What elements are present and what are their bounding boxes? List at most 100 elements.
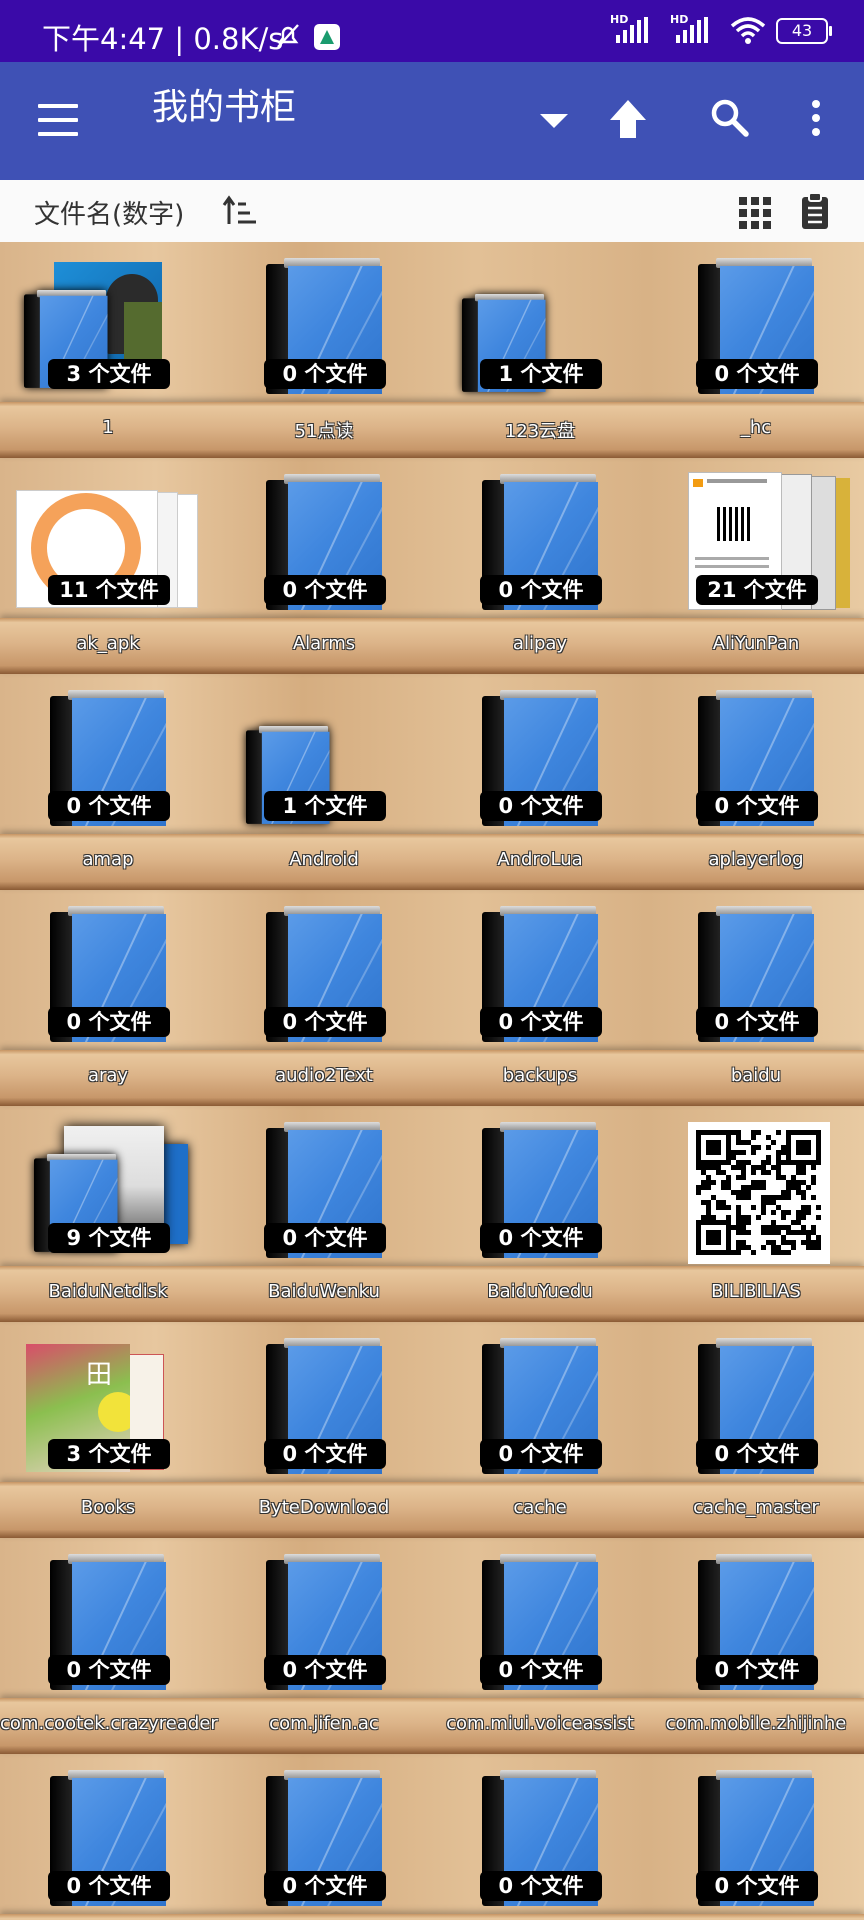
- folder-name: BaiduNetdisk: [48, 1281, 168, 1302]
- file-count-badge: 0 个文件: [48, 1007, 170, 1037]
- folder-item[interactable]: 0 个文件 baidu: [648, 890, 864, 1106]
- file-count-badge: 0 个文件: [264, 359, 386, 389]
- signal-1-icon: HD: [610, 13, 660, 47]
- folder-item[interactable]: 9 个文件 BaiduNetdisk: [0, 1106, 216, 1322]
- sort-mode-label[interactable]: 文件名(数字): [34, 194, 184, 231]
- folder-item[interactable]: 0 个文件: [0, 1754, 216, 1920]
- folder-name: baidu: [730, 1065, 782, 1086]
- file-count-badge: 11 个文件: [48, 575, 170, 605]
- file-count-badge: 0 个文件: [48, 1871, 170, 1901]
- folder-item[interactable]: 田3 个文件 Books: [0, 1322, 216, 1538]
- file-count-badge: 21 个文件: [696, 575, 818, 605]
- folder-name: ak_apk: [76, 633, 140, 654]
- folder-item[interactable]: 1 个文件 Android: [216, 674, 432, 890]
- folder-name: cache_master: [693, 1497, 819, 1518]
- folder-name: 123云盘: [504, 421, 576, 442]
- folder-item[interactable]: 11 个文件 ak_apk: [0, 458, 216, 674]
- folder-name: amap: [82, 849, 134, 870]
- file-count-badge: 0 个文件: [480, 575, 602, 605]
- file-count-badge: 0 个文件: [48, 791, 170, 821]
- folder-item[interactable]: 0 个文件 cache: [432, 1322, 648, 1538]
- folder-item[interactable]: 0 个文件 aplayerlog: [648, 674, 864, 890]
- folder-item[interactable]: 0 个文件 Alarms: [216, 458, 432, 674]
- folder-item[interactable]: 0 个文件 backups: [432, 890, 648, 1106]
- folder-name: BaiduWenku: [268, 1281, 380, 1302]
- grid-view-icon[interactable]: [738, 196, 772, 230]
- sort-ascending-icon[interactable]: [222, 194, 258, 228]
- folder-item[interactable]: 0 个文件: [432, 1754, 648, 1920]
- file-count-badge: 0 个文件: [480, 791, 602, 821]
- hamburger-menu-icon[interactable]: [38, 104, 78, 138]
- search-icon[interactable]: [708, 96, 752, 140]
- folder-item[interactable]: 0 个文件: [648, 1754, 864, 1920]
- sort-bar: 文件名(数字): [0, 180, 864, 243]
- file-count-badge: 0 个文件: [48, 1655, 170, 1685]
- file-count-badge: 0 个文件: [264, 1655, 386, 1685]
- folder-item[interactable]: 0 个文件 com.jifen.ac: [216, 1538, 432, 1754]
- folder-name: backups: [502, 1065, 578, 1086]
- file-count-badge: 3 个文件: [48, 1439, 170, 1469]
- status-time: 下午4:47 | 0.8K/s: [42, 22, 284, 56]
- folder-name: AliYunPan: [712, 633, 800, 654]
- folder-name: com.cootek.crazyreader: [0, 1713, 218, 1734]
- app-bar: 我的书柜: [0, 62, 864, 180]
- app-notification-icon: [314, 24, 340, 50]
- folder-item[interactable]: BILIBILIAS: [648, 1106, 864, 1322]
- arrow-up-icon[interactable]: [606, 98, 650, 142]
- folder-item[interactable]: 3 个文件 1: [0, 242, 216, 458]
- wifi-icon: [730, 16, 766, 46]
- folder-item[interactable]: 0 个文件: [216, 1754, 432, 1920]
- folder-name: cache: [513, 1497, 567, 1518]
- status-bar: 下午4:47 | 0.8K/s HD HD 43: [0, 0, 864, 62]
- file-count-badge: 9 个文件: [48, 1223, 170, 1253]
- file-count-badge: 0 个文件: [480, 1439, 602, 1469]
- folder-name: alipay: [512, 633, 568, 654]
- folder-item[interactable]: 0 个文件 amap: [0, 674, 216, 890]
- clipboard-icon[interactable]: [800, 192, 830, 230]
- folder-name: 51点读: [294, 421, 354, 442]
- dropdown-arrow-icon[interactable]: [540, 114, 568, 128]
- file-count-badge: 0 个文件: [696, 1871, 818, 1901]
- file-count-badge: 0 个文件: [696, 1439, 818, 1469]
- folder-name: com.miui.voiceassist: [446, 1713, 634, 1734]
- folder-name: aplayerlog: [708, 849, 804, 870]
- folder-item[interactable]: 21 个文件 AliYunPan: [648, 458, 864, 674]
- folder-item[interactable]: 0 个文件 audio2Text: [216, 890, 432, 1106]
- folder-name: com.jifen.ac: [269, 1713, 379, 1734]
- more-vertical-icon[interactable]: [806, 98, 826, 142]
- folder-item[interactable]: 0 个文件 51点读: [216, 242, 432, 458]
- signal-2-icon: HD: [670, 13, 720, 47]
- folder-name: AndroLua: [497, 849, 583, 870]
- folder-item[interactable]: 0 个文件 com.miui.voiceassist: [432, 1538, 648, 1754]
- qr-code-thumbnail: [688, 1122, 830, 1264]
- folder-name: Android: [289, 849, 359, 870]
- file-count-badge: 0 个文件: [696, 359, 818, 389]
- folder-item[interactable]: 0 个文件 cache_master: [648, 1322, 864, 1538]
- folder-item[interactable]: 0 个文件 ByteDownload: [216, 1322, 432, 1538]
- file-count-badge: 0 个文件: [264, 1007, 386, 1037]
- page-title: 我的书柜: [152, 87, 297, 128]
- folder-name: BILIBILIAS: [711, 1281, 801, 1302]
- folder-item[interactable]: 0 个文件 _hc: [648, 242, 864, 458]
- battery-indicator: 43: [776, 18, 832, 44]
- folder-name: 1: [102, 417, 114, 438]
- folder-item[interactable]: 0 个文件 com.mobile.zhijinhe: [648, 1538, 864, 1754]
- mute-icon: [274, 22, 302, 50]
- file-count-badge: 3 个文件: [48, 359, 170, 389]
- folder-name: com.mobile.zhijinhe: [665, 1713, 847, 1734]
- folder-item[interactable]: 0 个文件 alipay: [432, 458, 648, 674]
- file-count-badge: 0 个文件: [264, 1223, 386, 1253]
- folder-item[interactable]: 0 个文件 aray: [0, 890, 216, 1106]
- file-count-badge: 0 个文件: [480, 1223, 602, 1253]
- folder-name: _hc: [740, 417, 772, 438]
- folder-item[interactable]: 0 个文件 com.cootek.crazyreader: [0, 1538, 218, 1754]
- file-count-badge: 0 个文件: [264, 1439, 386, 1469]
- folder-name: aray: [87, 1065, 129, 1086]
- folder-item[interactable]: 0 个文件 BaiduYuedu: [432, 1106, 648, 1322]
- folder-item[interactable]: 0 个文件 AndroLua: [432, 674, 648, 890]
- folder-name: Alarms: [292, 633, 356, 654]
- file-count-badge: 0 个文件: [696, 791, 818, 821]
- folder-item[interactable]: 1 个文件 123云盘: [432, 242, 648, 458]
- folder-item[interactable]: 0 个文件 BaiduWenku: [216, 1106, 432, 1322]
- file-count-badge: 0 个文件: [264, 575, 386, 605]
